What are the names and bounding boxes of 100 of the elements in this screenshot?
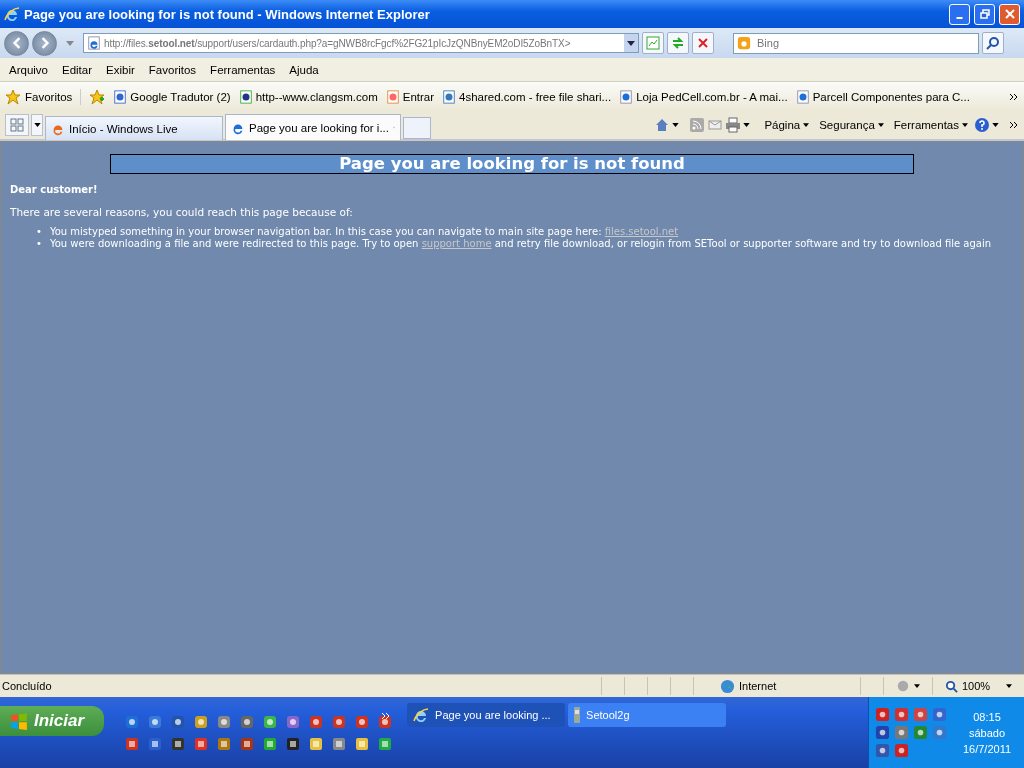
more-icon[interactable] — [1009, 121, 1019, 129]
taskbar-button[interactable]: Setool2g — [568, 703, 727, 727]
menu-item[interactable]: Ajuda — [282, 63, 326, 76]
app-icon[interactable] — [170, 735, 187, 752]
site-icon — [619, 89, 634, 104]
menu-item[interactable]: Arquivo — [2, 63, 55, 76]
menu-item[interactable]: Ferramentas — [203, 63, 283, 76]
app-icon[interactable] — [331, 713, 348, 730]
dropdown-button[interactable] — [624, 34, 638, 52]
shield-icon — [896, 679, 910, 693]
tray-icon[interactable] — [913, 707, 928, 722]
add-favorite-icon[interactable] — [89, 88, 106, 105]
app-icon[interactable] — [285, 735, 302, 752]
search-field[interactable]: Bing — [733, 32, 979, 54]
command-menu[interactable]: Segurança — [815, 119, 888, 131]
browser-tab[interactable]: Início - Windows Live — [45, 116, 223, 140]
tray-icon[interactable] — [875, 743, 890, 758]
favorite-link[interactable]: Entrar — [385, 89, 435, 104]
reason-text: You mistyped something in your browser navigation bar. In this case you can navigate to main site page here: files.setool.net — [49, 226, 679, 238]
site-icon — [113, 89, 128, 104]
menu-item[interactable]: Editar — [55, 63, 100, 76]
tray-icon[interactable] — [875, 707, 890, 722]
app-icon[interactable] — [124, 713, 141, 730]
close-button[interactable] — [999, 3, 1020, 25]
clock-day: sábado — [968, 726, 1006, 739]
back-button[interactable] — [4, 30, 29, 56]
favorite-link[interactable]: http--www.clangsm.com — [238, 89, 378, 104]
tray-icon[interactable] — [894, 725, 909, 740]
bullet: • — [36, 238, 42, 250]
caret-icon — [914, 684, 920, 688]
app-icon[interactable] — [354, 735, 371, 752]
taskbar-button[interactable]: Page you are looking ... — [407, 703, 566, 727]
address-field[interactable]: http://files.setool.net/support/users/cardauth.php?a=gNWB8rcFgcf%2FG21pIcJzQNBnyEM2oDI5ZoBnTX> — [83, 33, 639, 53]
search-button[interactable] — [982, 32, 1004, 54]
favorite-link[interactable]: Parcell Componentes para C... — [795, 89, 970, 104]
caret-icon[interactable] — [672, 123, 680, 127]
printer-icon[interactable] — [725, 117, 742, 133]
more-icon[interactable] — [381, 711, 392, 720]
refresh-icon — [671, 36, 685, 50]
caret-icon[interactable] — [743, 123, 751, 127]
app-icon[interactable] — [170, 713, 187, 730]
globe-icon — [720, 678, 735, 694]
refresh-button[interactable] — [667, 32, 689, 54]
app-icon[interactable] — [216, 735, 233, 752]
status-text: Concluído — [1, 680, 52, 692]
forward-button[interactable] — [32, 30, 57, 56]
favorite-link[interactable]: 4shared.com - free file shari... — [442, 89, 612, 104]
app-icon[interactable] — [377, 713, 394, 730]
tab-list-button[interactable] — [31, 114, 43, 136]
tray-icon[interactable] — [913, 725, 928, 740]
app-icon[interactable] — [193, 713, 210, 730]
intro-text: There are several reasons, you could reach this page because of: — [10, 206, 354, 218]
command-menu[interactable]: Ferramentas — [889, 119, 972, 131]
tray-icon[interactable] — [894, 707, 909, 722]
app-icon[interactable] — [308, 713, 325, 730]
favorite-link[interactable]: Loja PedCell.com.br - A mai... — [619, 89, 788, 104]
browser-icon — [4, 6, 20, 22]
tray-icon[interactable] — [875, 725, 890, 740]
menu-item[interactable]: Exibir — [99, 63, 142, 76]
tray-icon[interactable] — [932, 707, 947, 722]
app-icon[interactable] — [193, 735, 210, 752]
app-icon[interactable] — [124, 735, 141, 752]
caret-icon — [877, 123, 884, 127]
menu-item[interactable]: Favoritos — [141, 63, 204, 76]
browser-tab[interactable]: Page you are looking for i... — [225, 114, 401, 140]
app-icon[interactable] — [239, 713, 256, 730]
command-menu[interactable]: Página — [760, 119, 814, 131]
browser-icon — [413, 707, 430, 723]
favorites-button[interactable]: Favoritos — [5, 88, 82, 105]
zoom-button[interactable]: 100% — [932, 677, 1024, 695]
restore-button[interactable] — [974, 3, 995, 25]
stop-button[interactable] — [692, 32, 714, 54]
tray-icon[interactable] — [932, 725, 947, 740]
minimize-button[interactable] — [949, 3, 970, 25]
caret-icon[interactable] — [992, 123, 999, 127]
app-icon[interactable] — [216, 713, 233, 730]
caret-icon — [627, 40, 635, 46]
app-icon[interactable] — [308, 735, 325, 752]
chart-page-icon — [646, 36, 660, 50]
app-icon[interactable] — [262, 735, 279, 752]
caret-icon — [962, 123, 968, 127]
favorite-link[interactable]: Google Tradutor (2) — [113, 89, 231, 104]
help-icon[interactable] — [974, 117, 990, 133]
app-icon[interactable] — [262, 713, 279, 730]
app-icon[interactable] — [285, 713, 302, 730]
app-icon[interactable] — [147, 713, 164, 730]
grid-icon — [10, 118, 24, 132]
site-icon — [385, 89, 400, 104]
app-icon[interactable] — [147, 735, 164, 752]
feed-icon[interactable] — [689, 117, 706, 133]
restore-icon — [979, 9, 990, 19]
tray-icon[interactable] — [894, 743, 909, 758]
app-icon[interactable] — [331, 735, 348, 752]
caret-icon — [803, 123, 810, 127]
search-engine-icon — [737, 36, 751, 50]
app-icon[interactable] — [239, 735, 256, 752]
more-icon[interactable] — [1009, 92, 1019, 101]
app-icon[interactable] — [354, 713, 371, 730]
app-icon[interactable] — [377, 735, 394, 752]
site-icon — [442, 89, 457, 104]
